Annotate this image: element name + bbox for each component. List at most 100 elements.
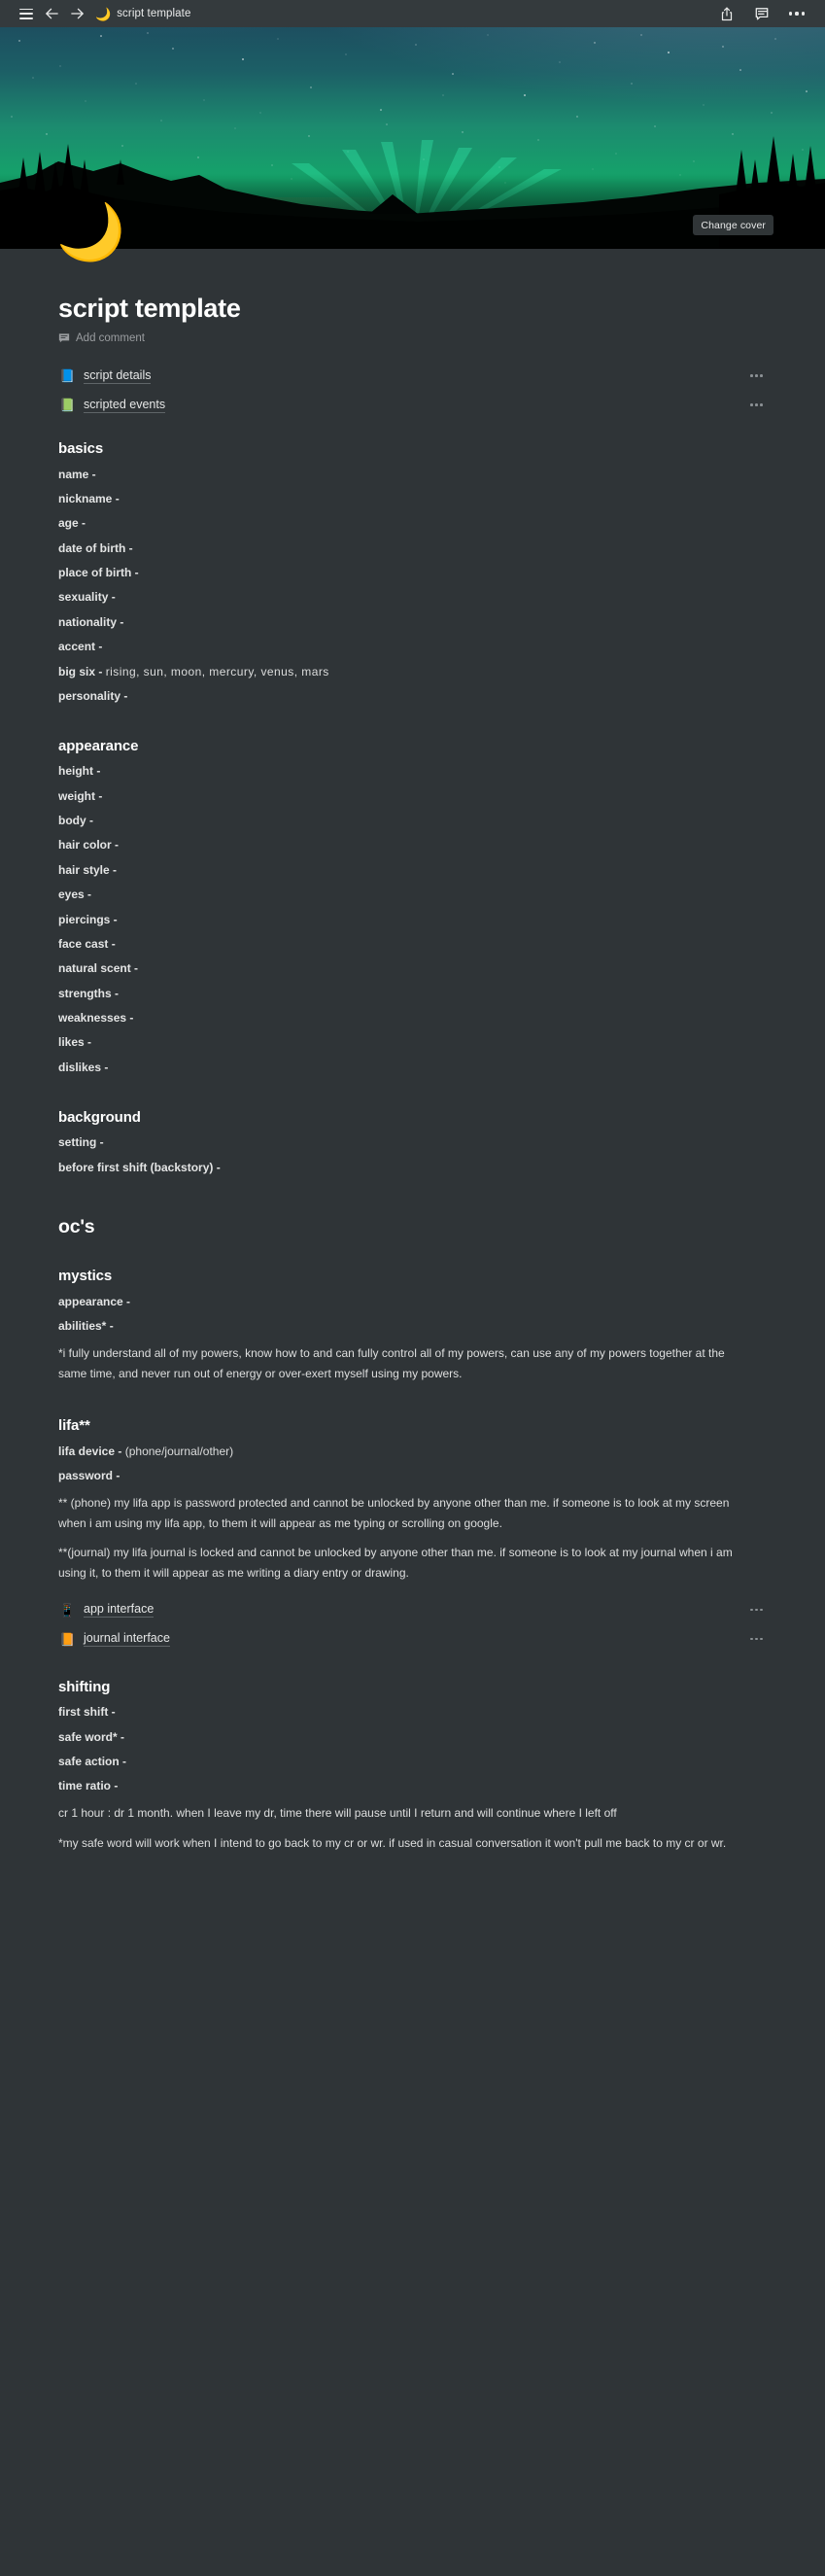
field-label: place of birth - — [58, 566, 139, 580]
field-label: before first shift (backstory) - — [58, 1160, 221, 1174]
green-book-icon: 📗 — [59, 398, 76, 412]
field-weight[interactable]: weight - — [58, 783, 767, 808]
share-icon[interactable] — [714, 2, 739, 25]
field-lifa-password[interactable]: password - — [58, 1464, 767, 1488]
paragraph-safe-word-note[interactable]: *my safe word will work when I intend to… — [58, 1828, 739, 1859]
field-nickname[interactable]: nickname - — [58, 486, 767, 510]
arrow-right-icon[interactable] — [64, 2, 89, 25]
field-before-first-shift[interactable]: before first shift (backstory) - — [58, 1155, 767, 1179]
comment-icon[interactable] — [749, 2, 774, 25]
field-big-six[interactable]: big six - rising, sun, moon, mercury, ve… — [58, 659, 767, 683]
field-sexuality[interactable]: sexuality - — [58, 585, 767, 609]
more-options-icon[interactable] — [750, 374, 767, 377]
add-comment-button[interactable]: Add comment — [58, 332, 767, 344]
field-hair-style[interactable]: hair style - — [58, 857, 767, 882]
hamburger-menu-icon[interactable] — [14, 2, 39, 25]
field-label: time ratio - — [58, 1779, 119, 1793]
subpage-link-script-details[interactable]: 📘 script details — [58, 366, 767, 386]
field-label: piercings - — [58, 912, 118, 926]
field-date-of-birth[interactable]: date of birth - — [58, 536, 767, 560]
page-emoji-icon[interactable]: 🌙 — [56, 205, 125, 261]
field-label: first shift - — [58, 1705, 116, 1720]
subpage-label: journal interface — [84, 1631, 170, 1648]
field-label: safe word* - — [58, 1729, 125, 1744]
page-title[interactable]: script template — [58, 249, 767, 324]
field-label: password - — [58, 1469, 120, 1483]
subpage-label: app interface — [84, 1602, 155, 1619]
field-label: sexuality - — [58, 590, 116, 605]
field-safe-action[interactable]: safe action - — [58, 1749, 767, 1773]
field-label: abilities* - — [58, 1319, 114, 1334]
paragraph-time-ratio-note[interactable]: cr 1 hour : dr 1 month. when I leave my … — [58, 1798, 739, 1828]
field-name[interactable]: name - — [58, 462, 767, 486]
field-value: (phone/journal/other) — [124, 1444, 234, 1458]
subpage-link-list: 📘 script details 📗 scripted events — [58, 366, 767, 415]
top-bar-left-group: 🌙 script template — [14, 2, 190, 25]
field-place-of-birth[interactable]: place of birth - — [58, 561, 767, 585]
heading-shifting: shifting — [58, 1678, 111, 1695]
field-label: nationality - — [58, 614, 124, 629]
field-dislikes[interactable]: dislikes - — [58, 1055, 767, 1079]
paragraph-lifa-phone-note[interactable]: ** (phone) my lifa app is password prote… — [58, 1488, 739, 1538]
more-options-icon[interactable] — [750, 403, 767, 406]
field-age[interactable]: age - — [58, 511, 767, 536]
field-label: lifa device - — [58, 1444, 122, 1458]
field-mystics-appearance[interactable]: appearance - — [58, 1289, 767, 1313]
more-options-icon[interactable] — [784, 2, 809, 25]
heading-background: background — [58, 1108, 141, 1126]
change-cover-button[interactable]: Change cover — [693, 215, 773, 235]
lifa-subpage-link-list: 📱 app interface 📙 journal interface — [58, 1600, 767, 1650]
field-mystics-abilities[interactable]: abilities* - — [58, 1314, 767, 1339]
paragraph-mystics-note[interactable]: *i fully understand all of my powers, kn… — [58, 1339, 739, 1388]
crescent-moon-icon: 🌙 — [95, 6, 112, 21]
field-label: dislikes - — [58, 1060, 109, 1074]
field-setting[interactable]: setting - — [58, 1131, 767, 1155]
field-label: accent - — [58, 640, 103, 654]
field-safe-word[interactable]: safe word* - — [58, 1724, 767, 1749]
arrow-left-icon[interactable] — [39, 2, 64, 25]
field-label: setting - — [58, 1135, 104, 1150]
field-label: natural scent - — [58, 961, 139, 976]
field-label: nickname - — [58, 491, 120, 505]
field-body[interactable]: body - — [58, 809, 767, 833]
field-weaknesses[interactable]: weaknesses - — [58, 1006, 767, 1030]
field-label: hair style - — [58, 862, 118, 877]
subpage-label: script details — [84, 367, 152, 384]
field-nationality[interactable]: nationality - — [58, 609, 767, 634]
field-hair-color[interactable]: hair color - — [58, 833, 767, 857]
add-comment-label: Add comment — [76, 332, 145, 344]
field-label: name - — [58, 467, 96, 481]
field-label: age - — [58, 516, 86, 531]
field-time-ratio[interactable]: time ratio - — [58, 1774, 767, 1798]
subpage-link-app-interface[interactable]: 📱 app interface — [58, 1600, 767, 1620]
field-strengths[interactable]: strengths - — [58, 981, 767, 1005]
field-accent[interactable]: accent - — [58, 635, 767, 659]
field-first-shift[interactable]: first shift - — [58, 1700, 767, 1724]
field-label: big six - — [58, 664, 103, 679]
field-natural-scent[interactable]: natural scent - — [58, 957, 767, 981]
heading-mystics: mystics — [58, 1268, 113, 1285]
field-personality[interactable]: personality - — [58, 683, 767, 708]
top-bar-right-group — [714, 2, 811, 25]
field-label: weight - — [58, 788, 103, 803]
field-value: rising, sun, moon, mercury, venus, mars — [105, 664, 329, 679]
page-content: 🌙 script template Add comment 📘 script d… — [0, 205, 825, 1916]
field-label: date of birth - — [58, 540, 133, 555]
subpage-link-scripted-events[interactable]: 📗 scripted events — [58, 395, 767, 415]
field-label: face cast - — [58, 936, 116, 951]
more-options-icon[interactable] — [750, 1637, 767, 1641]
field-lifa-device[interactable]: lifa device - (phone/journal/other) — [58, 1439, 767, 1463]
field-face-cast[interactable]: face cast - — [58, 931, 767, 956]
more-options-icon[interactable] — [750, 1608, 767, 1612]
field-piercings[interactable]: piercings - — [58, 907, 767, 931]
top-bar-title[interactable]: script template — [117, 8, 190, 19]
mobile-phone-icon: 📱 — [59, 1602, 76, 1618]
field-height[interactable]: height - — [58, 759, 767, 783]
blue-book-icon: 📘 — [59, 368, 76, 383]
paragraph-lifa-journal-note[interactable]: **(journal) my lifa journal is locked an… — [58, 1538, 739, 1587]
field-label: hair color - — [58, 838, 120, 853]
field-eyes[interactable]: eyes - — [58, 883, 767, 907]
bottom-spacer — [58, 1858, 767, 1916]
field-likes[interactable]: likes - — [58, 1030, 767, 1055]
subpage-link-journal-interface[interactable]: 📙 journal interface — [58, 1629, 767, 1650]
